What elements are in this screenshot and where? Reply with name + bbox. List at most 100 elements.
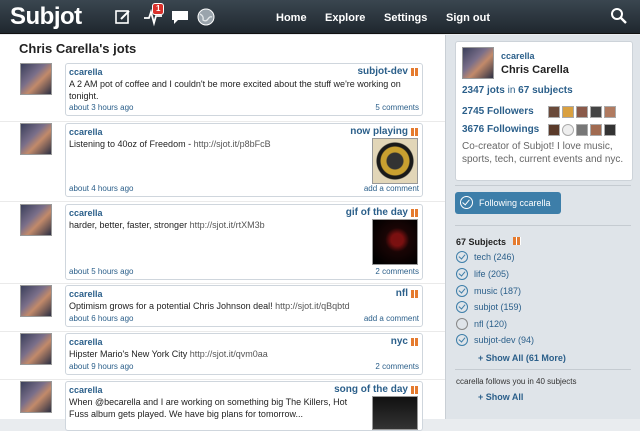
following-avatar[interactable] — [562, 124, 574, 136]
following-avatar[interactable] — [590, 124, 602, 136]
subject-item-music[interactable]: music (187) — [456, 285, 521, 299]
checked-icon[interactable] — [456, 334, 468, 346]
jot-link[interactable]: http://sjot.it/qBqbtd — [275, 301, 350, 311]
jot-time[interactable]: about 4 hours ago — [69, 184, 134, 193]
unchecked-icon[interactable] — [456, 318, 468, 330]
jot-link[interactable]: http://sjot.it/p8bFcB — [194, 139, 271, 149]
avatar[interactable] — [20, 381, 52, 413]
divider — [0, 283, 445, 284]
rss-icon[interactable] — [411, 338, 419, 346]
jot-link[interactable]: http://sjot.it/rtXM3b — [190, 220, 265, 230]
jot-subject[interactable]: subjot-dev — [357, 66, 408, 77]
jot-comments-link[interactable]: add a comment — [364, 184, 419, 193]
rss-icon[interactable] — [411, 386, 419, 394]
subjects-count[interactable]: 67 subjects — [518, 85, 572, 96]
jot-time[interactable]: about 3 hours ago — [69, 103, 134, 112]
checked-icon[interactable] — [456, 251, 468, 263]
jot-username[interactable]: ccarella — [69, 208, 103, 218]
subject-label: music (187) — [474, 286, 522, 296]
followers-link[interactable]: 2745 Followers — [462, 106, 534, 117]
jot-comments-link[interactable]: 2 comments — [375, 362, 419, 371]
following-avatar[interactable] — [548, 124, 560, 136]
checked-icon[interactable] — [456, 268, 468, 280]
nav-settings[interactable]: Settings — [384, 12, 427, 24]
jots-count[interactable]: 2347 jots — [462, 85, 505, 96]
rss-icon[interactable] — [513, 237, 521, 245]
jot-subject[interactable]: nyc — [391, 336, 408, 347]
main-content: Chris Carella's jots ccarella subjot-dev… — [0, 35, 445, 431]
rss-icon[interactable] — [411, 209, 419, 217]
subject-item-nfl[interactable]: nfl (120) — [456, 318, 507, 332]
jot-subject[interactable]: gif of the day — [346, 207, 408, 218]
gif-thumbnail[interactable] — [372, 219, 418, 265]
nav-explore[interactable]: Explore — [325, 12, 365, 24]
follower-avatar[interactable] — [548, 106, 560, 118]
jot-comments-link[interactable]: add a comment — [364, 314, 419, 323]
jot-subject[interactable]: song of the day — [334, 384, 408, 395]
album-art-thumbnail[interactable] — [372, 138, 418, 184]
jot-text: Hipster Mario's New York City http://sjo… — [69, 348, 409, 360]
profile-card: ccarella Chris Carella 2347 jots in 67 s… — [455, 41, 633, 181]
following-button[interactable]: Following ccarella — [455, 192, 561, 214]
follower-avatar[interactable] — [590, 106, 602, 118]
subject-item-tech[interactable]: tech (246) — [456, 251, 515, 265]
subject-item-subjot[interactable]: subjot (159) — [456, 301, 522, 315]
jot-username[interactable]: ccarella — [69, 385, 103, 395]
sidebar: ccarella Chris Carella 2347 jots in 67 s… — [445, 35, 640, 419]
jot-card: ccarella subjot-dev A 2 AM pot of coffee… — [65, 63, 423, 116]
following-avatar[interactable] — [604, 124, 616, 136]
subject-item-life[interactable]: life (205) — [456, 268, 509, 282]
profile-name: Chris Carella — [501, 64, 569, 76]
checked-icon[interactable] — [456, 285, 468, 297]
jot-comments-link[interactable]: 5 comments — [375, 103, 419, 112]
avatar[interactable] — [20, 333, 52, 365]
messages-icon[interactable] — [170, 7, 190, 27]
divider — [455, 225, 631, 226]
jot-text: harder, better, faster, stronger http://… — [69, 219, 359, 231]
jot-username[interactable]: ccarella — [69, 337, 103, 347]
jot-time[interactable]: about 5 hours ago — [69, 267, 134, 276]
jot-time[interactable]: about 6 hours ago — [69, 314, 134, 323]
jot-username[interactable]: ccarella — [69, 289, 103, 299]
follower-avatar[interactable] — [604, 106, 616, 118]
profile-handle[interactable]: ccarella — [501, 51, 535, 61]
logo[interactable]: Subjot — [10, 3, 82, 31]
rss-icon[interactable] — [411, 290, 419, 298]
follows-you-text: ccarella follows you in 40 subjects — [456, 377, 577, 386]
show-all-follows-link[interactable]: + Show All — [478, 392, 523, 402]
nav-sign-out[interactable]: Sign out — [446, 12, 490, 24]
jot-link[interactable]: http://sjot.it/qvm0aa — [190, 349, 268, 359]
avatar[interactable] — [20, 204, 52, 236]
album-art-thumbnail[interactable] — [372, 396, 418, 430]
jot-username[interactable]: ccarella — [69, 67, 103, 77]
follower-avatar[interactable] — [562, 106, 574, 118]
nav-home[interactable]: Home — [276, 12, 307, 24]
jot-time[interactable]: about 9 hours ago — [69, 362, 134, 371]
divider — [0, 121, 445, 122]
jot-comments-link[interactable]: 2 comments — [375, 267, 419, 276]
avatar[interactable] — [20, 123, 52, 155]
search-icon[interactable] — [610, 7, 628, 25]
subject-item-subjot-dev[interactable]: subjot-dev (94) — [456, 334, 534, 348]
followings-link[interactable]: 3676 Followings — [462, 124, 539, 135]
show-all-subjects-link[interactable]: + Show All (61 More) — [478, 353, 566, 363]
globe-icon[interactable] — [196, 7, 216, 27]
compose-icon[interactable] — [113, 7, 133, 27]
following-avatar[interactable] — [576, 124, 588, 136]
avatar[interactable] — [20, 63, 52, 95]
subject-label: nfl (120) — [474, 319, 508, 329]
rss-icon[interactable] — [411, 68, 419, 76]
jot-text: A 2 AM pot of coffee and I couldn't be m… — [69, 79, 401, 101]
jot-username[interactable]: ccarella — [69, 127, 103, 137]
follower-avatar[interactable] — [576, 106, 588, 118]
profile-avatar[interactable] — [462, 47, 494, 79]
subject-label: tech (246) — [474, 252, 515, 262]
subject-label: subjot (159) — [474, 302, 522, 312]
jot-text-body: Hipster Mario's New York City — [69, 349, 190, 359]
rss-icon[interactable] — [411, 128, 419, 136]
checked-icon[interactable] — [456, 301, 468, 313]
jot-subject[interactable]: nfl — [396, 288, 408, 299]
avatar[interactable] — [20, 285, 52, 317]
jot-subject[interactable]: now playing — [350, 126, 408, 137]
following-button-label: Following ccarella — [479, 198, 551, 208]
